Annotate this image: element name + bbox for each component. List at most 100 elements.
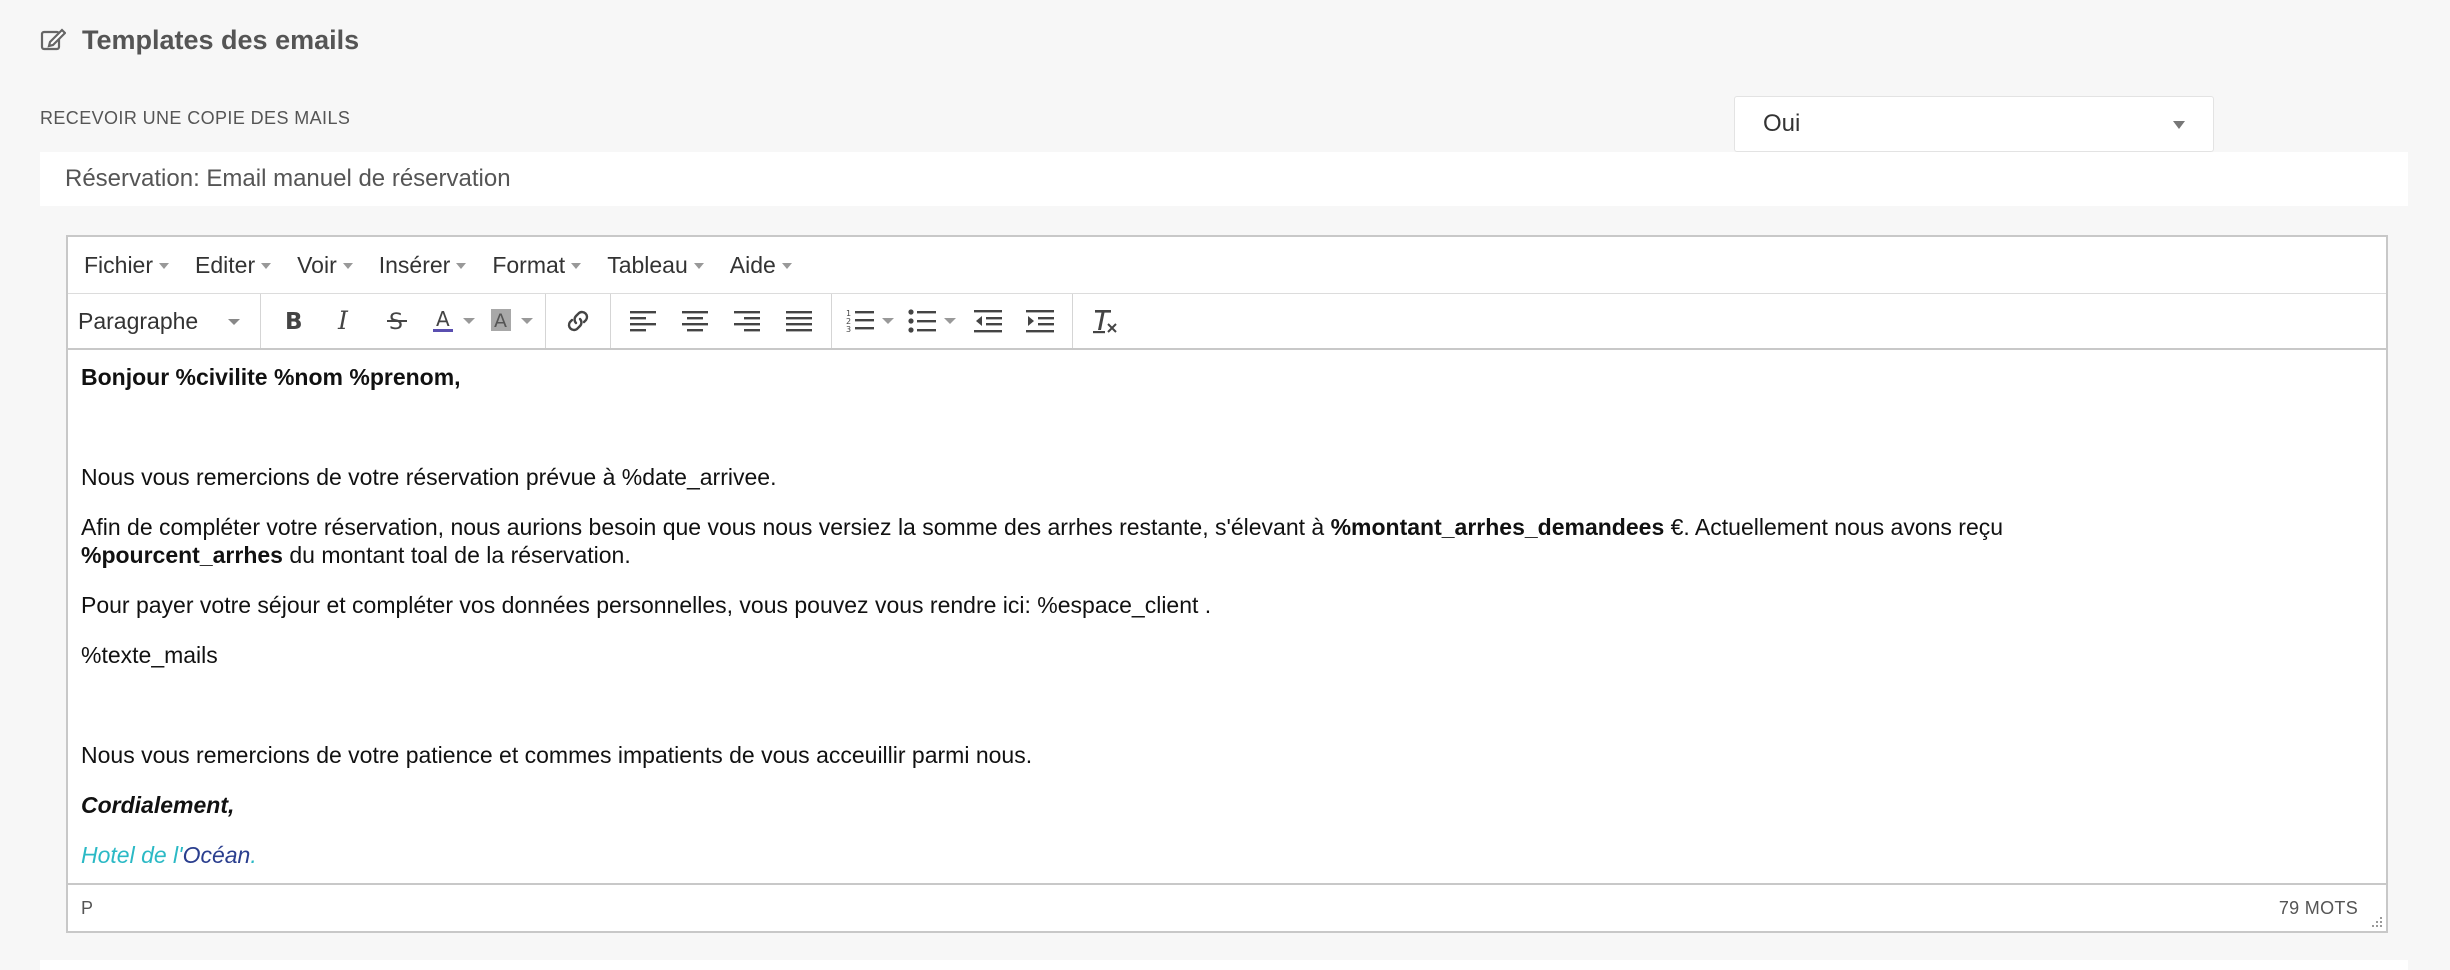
- editor-toolbar: Paragraphe B I S A A: [68, 294, 2386, 350]
- indent-icon: [1026, 310, 1054, 333]
- align-left-icon: [630, 311, 656, 332]
- bullet-list-button[interactable]: [900, 299, 944, 343]
- editor-menubar: Fichier Editer Voir Insérer Format Table…: [68, 237, 2386, 294]
- clear-format-group: [1073, 294, 1137, 348]
- alignment-group: [611, 294, 832, 348]
- text-color-icon: A: [433, 307, 453, 332]
- menu-label: Editer: [195, 251, 256, 278]
- numbered-list-icon: 1 2 3: [846, 309, 874, 334]
- section-header: Templates des emails: [40, 22, 359, 58]
- caret-down-icon: [521, 318, 533, 324]
- deposit-text-c: €. Actuellement nous avons reçu: [1664, 514, 2004, 540]
- insert-link-button[interactable]: [552, 299, 604, 343]
- template-title: Réservation: Email manuel de réservation: [40, 152, 2408, 206]
- block-format-select[interactable]: Paragraphe: [68, 294, 254, 348]
- bullet-list-dropdown[interactable]: [944, 299, 962, 343]
- align-center-icon: [682, 311, 708, 332]
- numbered-list-button[interactable]: 1 2 3: [838, 299, 882, 343]
- bullet-list-icon: [908, 309, 936, 333]
- caret-down-icon: [571, 263, 582, 269]
- text-color-dropdown[interactable]: [463, 299, 481, 343]
- edit-icon: [40, 26, 68, 54]
- background-color-icon: A: [491, 309, 511, 332]
- background-color-dropdown[interactable]: [521, 299, 539, 343]
- align-justify-button[interactable]: [773, 299, 825, 343]
- menu-inserer[interactable]: Insérer: [379, 252, 467, 279]
- mail-text-variable: %texte_mails: [81, 642, 218, 668]
- patience-paragraph: Nous vous remercions de votre patience e…: [81, 742, 1033, 768]
- svg-text:3: 3: [846, 325, 851, 334]
- list-group: 1 2 3: [832, 294, 1073, 348]
- block-format-value: Paragraphe: [78, 307, 199, 334]
- text-color-button[interactable]: A: [423, 299, 463, 343]
- menu-editer[interactable]: Editer: [195, 251, 272, 279]
- deposit-paragraph: Afin de compléter votre réservation, nou…: [81, 513, 2373, 569]
- chevron-down-icon: [228, 319, 240, 325]
- indent-button[interactable]: [1014, 299, 1066, 343]
- format-group: Paragraphe: [68, 294, 261, 348]
- deposit-text-a: Afin de compléter votre réservation, nou…: [81, 514, 1331, 540]
- menu-label: Aide: [729, 251, 776, 278]
- editor-content[interactable]: Bonjour %civilite %nom %prenom, Nous vou…: [68, 350, 2386, 883]
- align-right-button[interactable]: [721, 299, 773, 343]
- clear-formatting-icon: [1093, 310, 1117, 334]
- caret-down-icon: [159, 263, 170, 269]
- menu-label: Voir: [297, 251, 337, 278]
- bold-icon: B: [285, 309, 303, 334]
- menu-format[interactable]: Format: [492, 252, 582, 279]
- next-panel-edge: [40, 960, 2408, 970]
- outdent-button[interactable]: [962, 299, 1014, 343]
- menu-fichier[interactable]: Fichier: [84, 251, 170, 279]
- strikethrough-icon: S: [387, 310, 407, 334]
- svg-text:I: I: [337, 308, 349, 334]
- align-right-icon: [734, 311, 760, 332]
- clear-formatting-button[interactable]: [1079, 299, 1131, 343]
- caret-down-icon: [781, 263, 792, 269]
- outdent-icon: [974, 310, 1002, 333]
- word-count: 79 MOTS: [2278, 897, 2358, 918]
- strikethrough-button[interactable]: S: [371, 299, 423, 343]
- resize-handle-icon[interactable]: [2368, 913, 2384, 929]
- align-left-button[interactable]: [617, 299, 669, 343]
- receive-copy-value: Oui: [1763, 110, 1801, 137]
- rich-text-editor: Fichier Editer Voir Insérer Format Table…: [66, 235, 2388, 933]
- bold-button[interactable]: B: [267, 299, 319, 343]
- caret-down-icon: [342, 263, 353, 269]
- caret-down-icon: [693, 263, 704, 269]
- numbered-list-dropdown[interactable]: [882, 299, 900, 343]
- closing-line: Cordialement,: [81, 792, 235, 818]
- menu-label: Fichier: [84, 251, 154, 278]
- menu-label: Tableau: [607, 251, 688, 278]
- italic-button[interactable]: I: [319, 299, 371, 343]
- menu-tableau[interactable]: Tableau: [607, 252, 704, 279]
- editor-statusbar: P 79 MOTS: [68, 883, 2386, 931]
- thanks-paragraph: Nous vous remercions de votre réservatio…: [81, 464, 777, 490]
- caret-down-icon: [456, 263, 467, 269]
- deposit-amount-variable: %montant_arrhes_demandees: [1330, 514, 1665, 540]
- svg-text:B: B: [285, 309, 303, 334]
- signature-part-b: Océan: [182, 842, 251, 868]
- link-group: [546, 294, 611, 348]
- menu-aide[interactable]: Aide: [730, 252, 792, 279]
- align-center-button[interactable]: [669, 299, 721, 343]
- caret-down-icon: [944, 318, 956, 324]
- chevron-down-icon: [2173, 121, 2185, 129]
- menu-label: Insérer: [378, 251, 451, 278]
- receive-copy-select[interactable]: Oui: [1734, 96, 2214, 152]
- signature-part-a: Hotel de l': [81, 842, 183, 868]
- greeting-line: Bonjour %civilite %nom %prenom,: [81, 364, 461, 390]
- payment-paragraph: Pour payer votre séjour et compléter vos…: [81, 592, 1212, 618]
- background-color-button[interactable]: A: [481, 299, 521, 343]
- svg-text:A: A: [436, 307, 450, 331]
- signature-part-c: .: [250, 842, 257, 868]
- page-title: Templates des emails: [82, 24, 360, 55]
- caret-down-icon: [261, 263, 272, 269]
- signature-line: Hotel de l'Océan.: [81, 841, 2373, 869]
- link-icon: [567, 310, 589, 332]
- element-path[interactable]: P: [81, 898, 93, 919]
- menu-voir[interactable]: Voir: [297, 252, 353, 279]
- italic-icon: I: [337, 308, 349, 334]
- page: Templates des emails RECEVOIR UNE COPIE …: [0, 0, 2450, 970]
